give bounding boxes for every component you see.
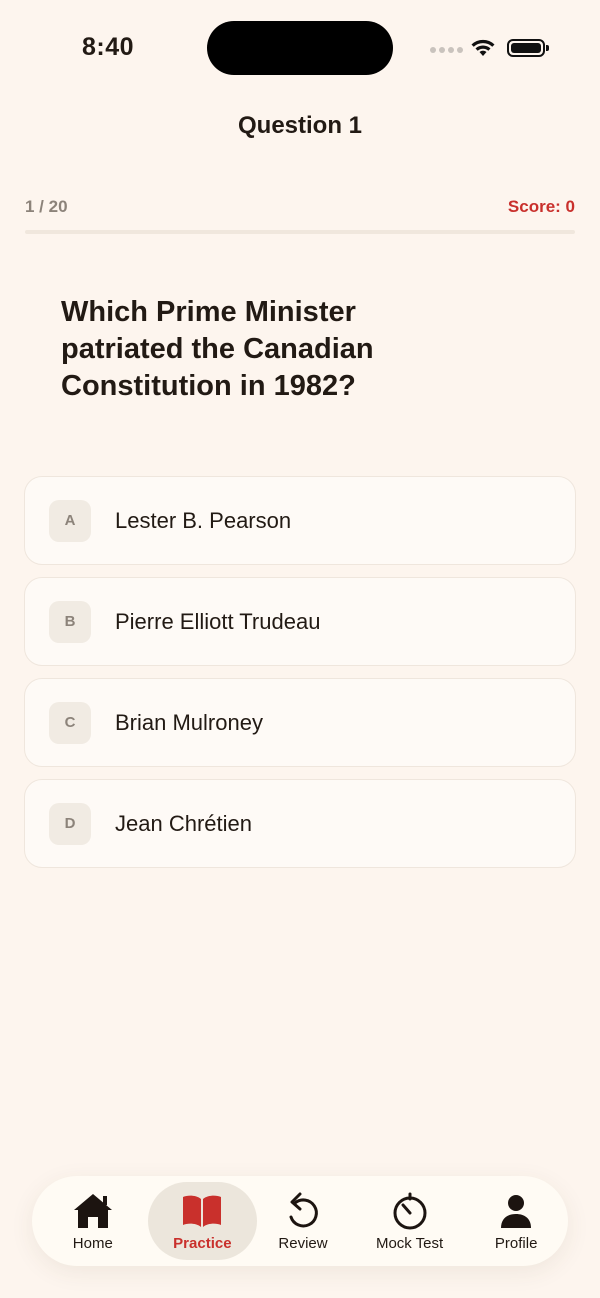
tab-label: Profile [494,1234,538,1252]
tab-label: Review [278,1234,328,1252]
person-icon [501,1194,532,1228]
tab-mock-test[interactable]: Mock Test [349,1182,471,1260]
page-title: Question 1 [237,112,363,139]
dynamic-island [207,21,393,75]
answer-text: Lester B. Pearson [115,507,292,533]
answer-text: Brian Mulroney [115,709,263,735]
progress-row: 1 / 20 Score: 0 [25,197,575,217]
answer-letter: C [49,701,91,744]
cellular-signal-icon [430,47,463,53]
answer-option-c[interactable]: C Brian Mulroney [24,678,576,767]
score-label: Score: 0 [507,197,575,216]
question-counter: 1 / 20 [25,197,68,216]
tab-bar: Home Practice Review Mock Test Profile [32,1176,568,1266]
home-icon [73,1193,112,1228]
tab-label: Home [72,1234,113,1252]
battery-icon [507,39,549,57]
answer-letter: A [49,499,91,542]
tab-review[interactable]: Review [257,1182,349,1260]
tab-home[interactable]: Home [38,1182,148,1260]
question-text: Which Prime Minister patriated the Canad… [61,296,374,402]
answer-option-d[interactable]: D Jean Chrétien [24,779,576,868]
book-icon [183,1195,222,1227]
status-time: 8:40 [82,33,135,61]
tab-profile[interactable]: Profile [470,1182,562,1260]
answer-text: Jean Chrétien [115,810,252,836]
progress-bar [25,230,575,234]
answer-letter: D [49,802,91,845]
answer-text: Pierre Elliott Trudeau [115,608,321,634]
undo-icon [289,1192,318,1227]
timer-icon [393,1192,427,1229]
tab-label: Mock Test [375,1234,444,1252]
wifi-icon [471,39,495,56]
answer-option-b[interactable]: B Pierre Elliott Trudeau [24,577,576,666]
answer-letter: B [49,600,91,643]
status-bar: 8:40 [0,0,600,96]
tab-label: Practice [173,1234,232,1252]
tab-practice[interactable]: Practice [147,1182,258,1260]
answer-option-a[interactable]: A Lester B. Pearson [24,476,576,565]
answer-list: A Lester B. Pearson B Pierre Elliott Tru… [24,476,576,880]
